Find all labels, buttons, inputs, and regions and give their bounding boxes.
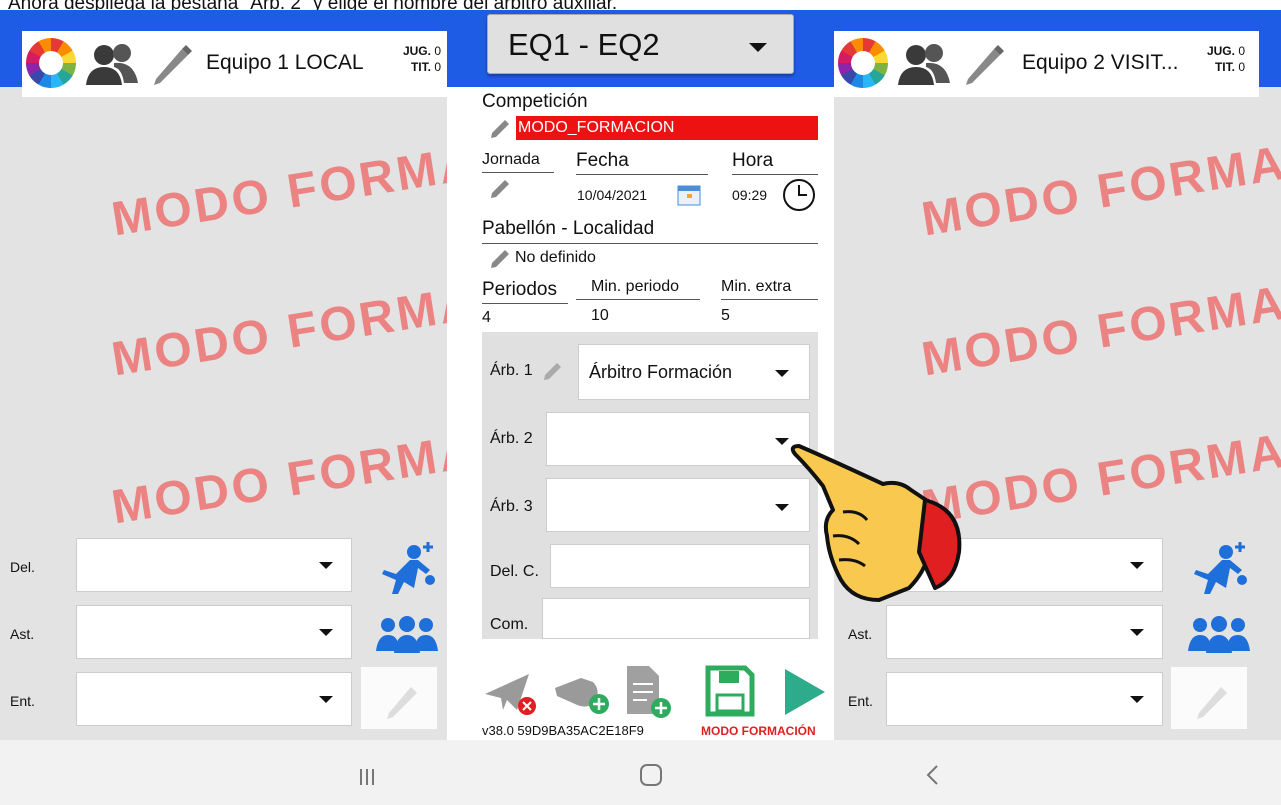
training-mode-watermark: MODO FORMA bbox=[108, 424, 447, 535]
pointing-hand-icon bbox=[790, 444, 962, 602]
home-team-name[interactable]: Equipo 1 LOCAL bbox=[206, 51, 364, 75]
assistant-select[interactable] bbox=[76, 605, 352, 659]
commissioner-label: Com. bbox=[490, 616, 529, 633]
match-details-panel: EQ1 - EQ2 Competición MODO_FORMACION Jor… bbox=[447, 10, 834, 740]
away-team-panel: Equipo 2 VISIT... JUG. 0 TIT. 0 MODO FOR… bbox=[834, 10, 1281, 740]
edit-coach-button[interactable] bbox=[1171, 667, 1247, 729]
fecha-value[interactable]: 10/04/2021 bbox=[577, 187, 647, 203]
chevron-down-icon bbox=[775, 370, 789, 377]
group-icon[interactable] bbox=[1188, 615, 1250, 655]
training-mode-label: MODO FORMACIÓN bbox=[701, 724, 816, 738]
recent-apps-icon[interactable] bbox=[358, 768, 376, 786]
add-document-icon[interactable] bbox=[623, 664, 673, 720]
competition-label: Competición bbox=[482, 91, 588, 112]
send-cancel-icon[interactable] bbox=[483, 670, 539, 716]
pabellon-label: Pabellón - Localidad bbox=[482, 218, 655, 239]
play-icon[interactable] bbox=[781, 667, 827, 717]
android-navigation-bar bbox=[0, 740, 1281, 805]
away-team-header: Equipo 2 VISIT... JUG. 0 TIT. 0 bbox=[834, 10, 1281, 97]
referees-section: Árb. 1 Árbitro Formación Árb. 2 Árb. 3 D… bbox=[482, 332, 818, 639]
color-wheel-icon[interactable] bbox=[26, 38, 76, 88]
back-icon[interactable] bbox=[925, 764, 939, 786]
periodos-label: Periodos bbox=[482, 279, 557, 300]
delegate-label: Del. bbox=[10, 559, 35, 575]
assistant-label: Ast. bbox=[848, 626, 873, 642]
hora-label: Hora bbox=[732, 150, 774, 171]
court-delegate-label: Del. C. bbox=[490, 563, 539, 580]
team-users-icon[interactable] bbox=[84, 41, 140, 87]
pencil-icon bbox=[387, 687, 417, 719]
chevron-down-icon bbox=[749, 43, 767, 52]
group-icon[interactable] bbox=[376, 615, 438, 655]
color-wheel-icon[interactable] bbox=[838, 38, 888, 88]
pabellon-value[interactable]: No definido bbox=[515, 249, 596, 267]
referee-1-label: Árb. 1 bbox=[490, 362, 533, 379]
match-header: EQ1 - EQ2 bbox=[447, 10, 834, 87]
chevron-down-icon bbox=[319, 696, 333, 703]
commissioner-input[interactable] bbox=[542, 598, 810, 639]
training-mode-watermark: MODO FORMA bbox=[108, 276, 447, 387]
edit-team-pencil-icon[interactable] bbox=[960, 41, 1006, 87]
training-mode-watermark: MODO FORMA bbox=[108, 136, 447, 247]
competition-value[interactable]: MODO_FORMACION bbox=[516, 116, 818, 140]
training-mode-watermark: MODO FORMA bbox=[918, 424, 1281, 535]
coach-label: Ent. bbox=[10, 693, 35, 709]
assistant-row: Ast. bbox=[834, 605, 1281, 659]
assistant-row: Ast. bbox=[0, 605, 447, 659]
min-periodo-value[interactable]: 10 bbox=[591, 307, 609, 325]
player-counts: JUG. 0 TIT. 0 bbox=[402, 44, 441, 74]
training-mode-watermark: MODO FORMA bbox=[918, 136, 1281, 247]
referee-2-label: Árb. 2 bbox=[490, 430, 533, 447]
edit-coach-button[interactable] bbox=[361, 667, 437, 729]
hora-value[interactable]: 09:29 bbox=[732, 187, 767, 203]
team-users-icon[interactable] bbox=[896, 41, 952, 87]
add-player-icon[interactable] bbox=[374, 540, 440, 596]
edit-team-pencil-icon[interactable] bbox=[148, 41, 194, 87]
match-selector[interactable]: EQ1 - EQ2 bbox=[487, 14, 794, 74]
assistant-label: Ast. bbox=[10, 626, 35, 642]
save-icon[interactable] bbox=[705, 665, 755, 717]
referee-3-select[interactable] bbox=[546, 478, 810, 532]
min-extra-label: Min. extra bbox=[721, 278, 792, 295]
coach-label: Ent. bbox=[848, 693, 873, 709]
coach-row: Ent. bbox=[834, 667, 1281, 729]
away-team-name[interactable]: Equipo 2 VISIT... bbox=[1022, 51, 1178, 75]
edit-referee-pencil-icon[interactable] bbox=[542, 360, 564, 382]
pencil-icon bbox=[1197, 687, 1227, 719]
edit-jornada-pencil-icon[interactable] bbox=[489, 178, 513, 200]
calendar-icon[interactable] bbox=[677, 184, 701, 206]
periodos-value[interactable]: 4 bbox=[482, 309, 491, 327]
referee-3-label: Árb. 3 bbox=[490, 498, 533, 515]
coach-row: Ent. bbox=[0, 667, 447, 729]
fecha-label: Fecha bbox=[576, 150, 629, 171]
delegate-row: Del. bbox=[0, 538, 447, 594]
assistant-select[interactable] bbox=[886, 605, 1163, 659]
chevron-down-icon bbox=[319, 562, 333, 569]
coach-select[interactable] bbox=[76, 672, 352, 726]
whistle-add-icon[interactable] bbox=[551, 670, 611, 716]
chevron-down-icon bbox=[319, 629, 333, 636]
home-team-header: Equipo 1 LOCAL JUG. 0 TIT. 0 bbox=[0, 10, 447, 97]
referee-2-select[interactable] bbox=[546, 412, 810, 466]
training-mode-watermark: MODO FORMA bbox=[918, 276, 1281, 387]
chevron-down-icon bbox=[1130, 562, 1144, 569]
chevron-down-icon bbox=[1130, 629, 1144, 636]
min-periodo-label: Min. periodo bbox=[591, 278, 680, 295]
home-icon[interactable] bbox=[640, 764, 662, 786]
referee-1-select[interactable]: Árbitro Formación bbox=[578, 344, 810, 400]
pencil-icon[interactable] bbox=[489, 248, 513, 270]
clock-icon[interactable] bbox=[782, 178, 816, 212]
add-player-icon[interactable] bbox=[1186, 540, 1252, 596]
pencil-icon[interactable] bbox=[489, 118, 513, 140]
delegate-select[interactable] bbox=[76, 538, 352, 592]
min-extra-value[interactable]: 5 bbox=[721, 307, 730, 325]
player-counts: JUG. 0 TIT. 0 bbox=[1206, 44, 1245, 74]
jornada-label: Jornada bbox=[482, 151, 540, 168]
chevron-down-icon bbox=[1130, 696, 1144, 703]
home-team-panel: Equipo 1 LOCAL JUG. 0 TIT. 0 MODO FORMA … bbox=[0, 10, 447, 740]
court-delegate-input[interactable] bbox=[550, 544, 810, 588]
coach-select[interactable] bbox=[886, 672, 1163, 726]
version-label: v38.0 59D9BA35AC2E18F9 bbox=[482, 723, 644, 738]
